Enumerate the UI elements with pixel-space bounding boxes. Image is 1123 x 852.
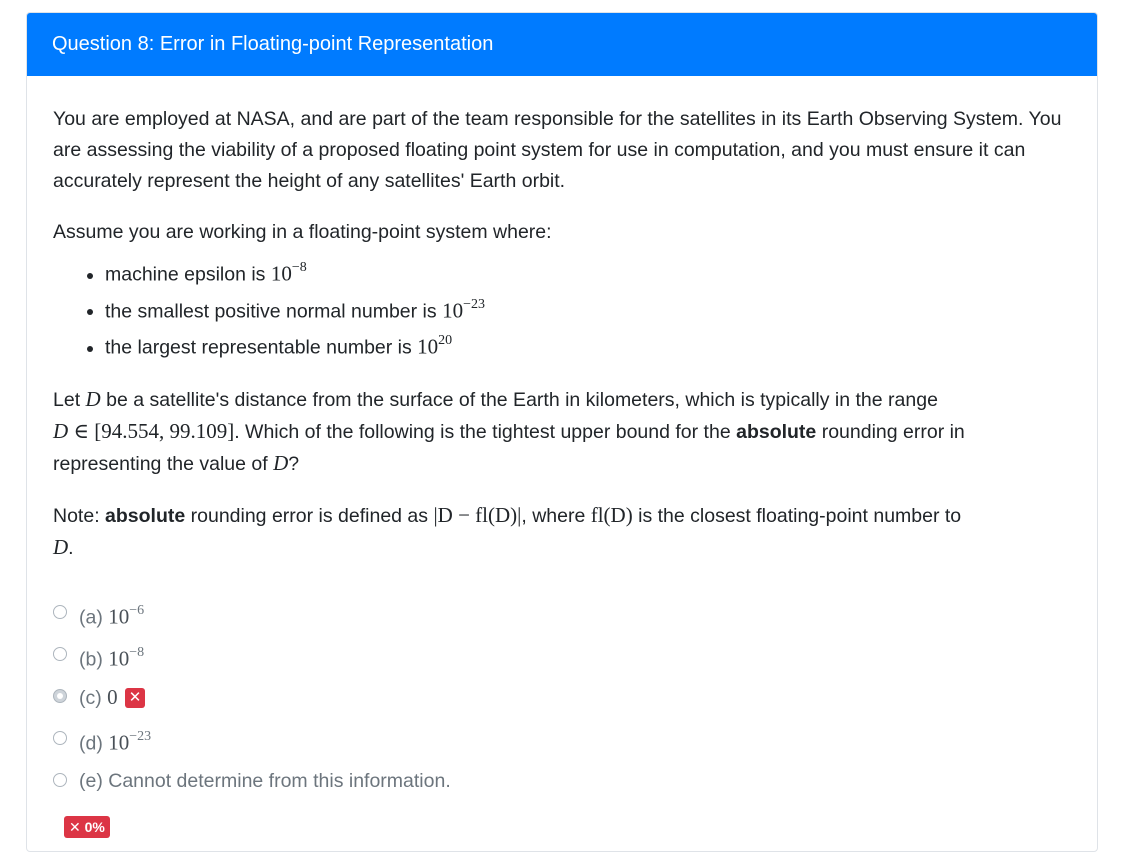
assumption-item: the largest representable number is 1020 (105, 327, 1071, 364)
option-c-radio[interactable] (53, 688, 67, 703)
option-e-radio[interactable] (53, 772, 67, 787)
assumption-list: machine epsilon is 10−8 the smallest pos… (53, 254, 1071, 364)
option-d[interactable]: (d) 10−23 (53, 718, 1071, 760)
question-title: Question 8: Error in Floating-point Repr… (27, 13, 1097, 76)
option-e[interactable]: (e) Cannot determine from this informati… (53, 760, 1071, 802)
option-c[interactable]: (c) 0 ✕ (53, 676, 1071, 718)
problem-paragraph: Let D be a satellite's distance from the… (53, 386, 965, 475)
option-a[interactable]: (a) 10−6 (53, 592, 1071, 634)
option-b[interactable]: (b) 10−8 (53, 634, 1071, 676)
assumption-item: machine epsilon is 10−8 (105, 254, 1071, 291)
option-a-radio[interactable] (53, 604, 67, 619)
assume-paragraph: Assume you are working in a floating-poi… (53, 221, 552, 243)
question-card: Question 8: Error in Floating-point Repr… (26, 12, 1098, 852)
incorrect-icon: ✕ (125, 688, 146, 709)
intro-paragraph: You are employed at NASA, and are part o… (53, 108, 1062, 192)
option-b-radio[interactable] (53, 646, 67, 661)
option-d-radio[interactable] (53, 730, 67, 745)
question-body: You are employed at NASA, and are part o… (27, 76, 1097, 842)
note-paragraph: Note: absolute rounding error is defined… (53, 502, 962, 559)
assumption-item: the smallest positive normal number is 1… (105, 291, 1071, 328)
score-badge: ✕ 0% (64, 815, 110, 838)
answer-options: (a) 10−6 (b) 10−8 (c) 0 ✕ (d) 10−23 (e) … (53, 592, 1071, 802)
